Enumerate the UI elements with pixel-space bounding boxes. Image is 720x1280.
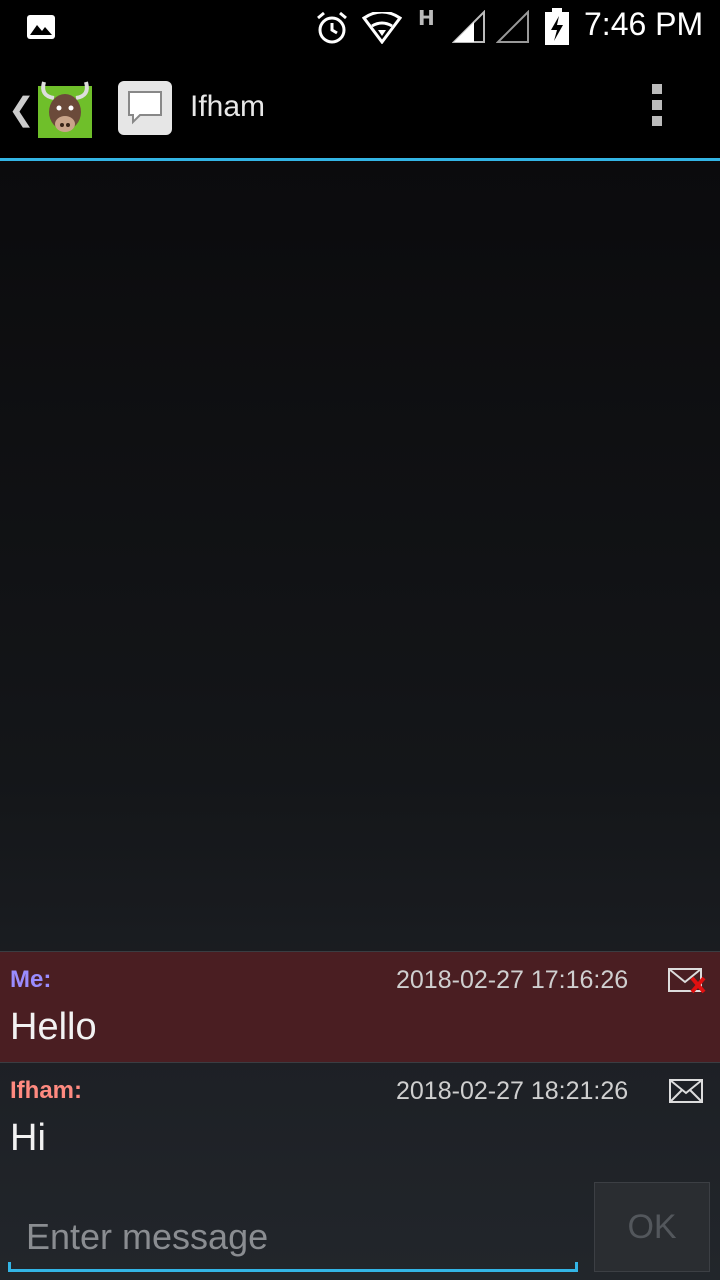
gallery-notification-icon: [27, 15, 55, 39]
status-bar: H 7:46 PM: [0, 0, 720, 54]
input-underline: [8, 1262, 578, 1272]
overflow-menu-icon[interactable]: [646, 84, 668, 134]
signal-strength-secondary-icon: [496, 10, 529, 43]
send-ok-button[interactable]: OK: [594, 1182, 710, 1272]
message-sender: Me:: [10, 966, 52, 993]
message-list[interactable]: Me: 2018-02-27 17:16:26 Hello Ifham: 201…: [0, 161, 720, 1280]
message-text: Hello: [10, 1006, 97, 1048]
message-timestamp: 2018-02-27 17:16:26: [396, 966, 629, 994]
network-type-label: H: [418, 6, 435, 30]
message-text: Hi: [10, 1117, 46, 1159]
battery-charging-icon: [545, 8, 569, 45]
status-clock: 7:46 PM: [584, 6, 704, 42]
mail-icon: [669, 1079, 703, 1103]
message-timestamp: 2018-02-27 18:21:26: [396, 1077, 629, 1105]
message-item-contact[interactable]: Ifham: 2018-02-27 18:21:26 Hi: [0, 1062, 720, 1183]
message-composer: [8, 1208, 578, 1272]
chat-bubble-icon: [118, 81, 172, 135]
alarm-icon: [317, 11, 347, 44]
message-sender: Ifham:: [10, 1077, 82, 1104]
mail-failed-icon: [668, 968, 706, 994]
action-bar: ❮ Ifham: [0, 54, 720, 158]
screen: H 7:46 PM ❮ Ifham Me: 2018-02-27 17:16:2…: [0, 0, 720, 1280]
app-logo-icon[interactable]: [36, 78, 94, 140]
wifi-icon: [362, 12, 402, 44]
conversation-title: Ifham: [190, 90, 266, 123]
message-item-me[interactable]: Me: 2018-02-27 17:16:26 Hello: [0, 951, 720, 1062]
back-chevron-icon[interactable]: ❮: [8, 90, 35, 128]
message-input[interactable]: [8, 1208, 578, 1266]
signal-strength-icon: [452, 10, 485, 43]
